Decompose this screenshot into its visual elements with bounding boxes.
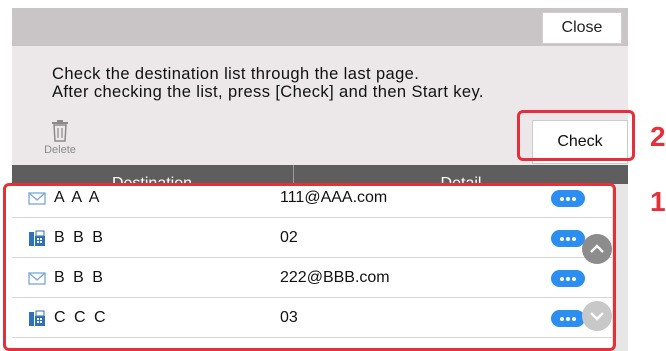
callout-box-check [517,110,635,161]
top-bar: Close [12,8,628,46]
delete-label: Delete [44,144,76,156]
callout-box-list [3,183,616,351]
callout-number-1: 1 [650,186,666,217]
instruction-message: Check the destination list through the l… [52,65,484,101]
instruction-line-1: Check the destination list through the l… [52,65,420,83]
callout-number-2: 2 [650,121,666,152]
close-button[interactable]: Close [542,12,622,44]
trash-icon [52,120,68,142]
instruction-line-2: After checking the list, press [Check] a… [52,83,484,101]
delete-button[interactable]: Delete [40,120,80,164]
